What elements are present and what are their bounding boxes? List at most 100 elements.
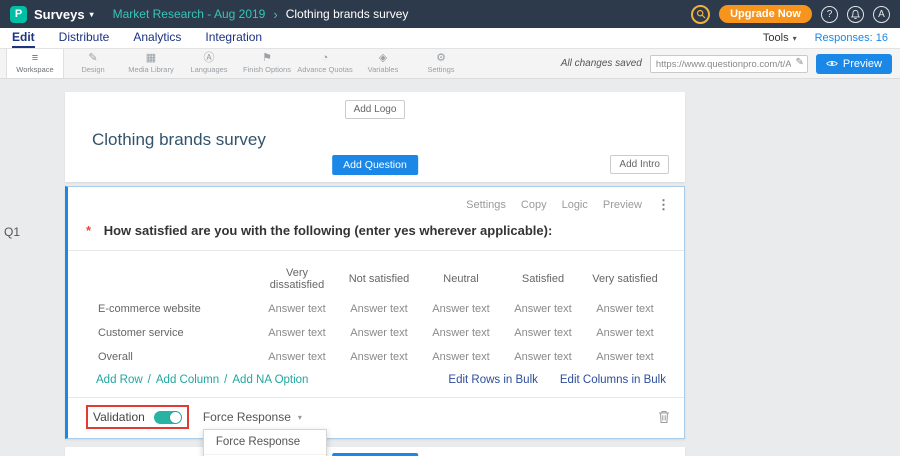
caret-down-icon: ▾ xyxy=(298,413,302,422)
column-header[interactable]: Very satisfied xyxy=(584,261,666,297)
survey-url-wrap: ✎ xyxy=(650,54,808,74)
app-window: P Surveys ▾ Market Research - Aug 2019 ›… xyxy=(0,0,900,456)
add-question-button-top[interactable]: Add Question xyxy=(332,155,418,175)
more-options-icon[interactable]: ⋮ xyxy=(657,197,670,213)
edit-url-pencil-icon[interactable]: ✎ xyxy=(795,57,803,68)
question-text[interactable]: How satisfied are you with the following… xyxy=(104,223,553,238)
answer-cell[interactable]: Answer text xyxy=(420,345,502,369)
answer-cell[interactable]: Answer text xyxy=(256,321,338,345)
required-asterisk: * xyxy=(86,223,91,238)
nav-tabs: Edit Distribute Analytics Integration xyxy=(12,28,262,48)
gear-icon: ⚙ xyxy=(436,53,446,64)
survey-footer-section: Add Question Page Break ✓ Separator xyxy=(65,447,685,456)
advance-quotas-icon: ◔ xyxy=(322,53,329,64)
avatar[interactable]: A xyxy=(873,6,890,23)
column-header[interactable]: Very dissatisfied xyxy=(256,261,338,297)
breadcrumb-folder-link[interactable]: Market Research - Aug 2019 xyxy=(113,7,266,21)
survey-url-input[interactable] xyxy=(650,55,808,73)
questionpro-logo[interactable]: P xyxy=(10,6,27,23)
edit-columns-bulk-link[interactable]: Edit Columns in Bulk xyxy=(560,374,666,386)
answer-cell[interactable]: Answer text xyxy=(338,321,420,345)
row-label[interactable]: E-commerce website xyxy=(96,297,256,321)
add-row-link[interactable]: Add Row xyxy=(96,374,143,386)
question-preview-link[interactable]: Preview xyxy=(603,199,642,211)
matrix-table-wrap: Very dissatisfied Not satisfied Neutral … xyxy=(68,251,684,369)
validation-label: Validation xyxy=(93,410,145,424)
force-response-dropdown-menu: Force Response Request Response xyxy=(203,429,327,456)
question-title-row: * How satisfied are you with the followi… xyxy=(68,213,684,251)
notifications-bell-icon[interactable] xyxy=(847,6,864,23)
answer-cell[interactable]: Answer text xyxy=(420,321,502,345)
top-bar: P Surveys ▾ Market Research - Aug 2019 ›… xyxy=(0,0,900,28)
answer-cell[interactable]: Answer text xyxy=(502,297,584,321)
eye-icon xyxy=(826,59,838,68)
top-bar-actions: Upgrade Now ? A xyxy=(691,5,890,24)
matrix-table: Very dissatisfied Not satisfied Neutral … xyxy=(96,261,666,369)
question-logic-link[interactable]: Logic xyxy=(562,199,588,211)
finish-options-icon: ⚑ xyxy=(262,53,272,64)
answer-cell[interactable]: Answer text xyxy=(420,297,502,321)
toolbar-item-design[interactable]: ✎ Design xyxy=(64,49,122,78)
toolbar-item-finish-options[interactable]: ⚑ Finish Options xyxy=(238,49,296,78)
link-separator: / xyxy=(148,374,151,386)
table-row: Customer service Answer text Answer text… xyxy=(96,321,666,345)
edit-rows-bulk-link[interactable]: Edit Rows in Bulk xyxy=(448,374,537,386)
upgrade-now-button[interactable]: Upgrade Now xyxy=(719,5,812,23)
toolbar-item-languages[interactable]: Ⓐ Languages xyxy=(180,49,238,78)
toolbar-item-advance-quotas[interactable]: ◔ Advance Quotas xyxy=(296,49,354,78)
validation-annotation-highlight: Validation xyxy=(86,405,189,429)
question-copy-link[interactable]: Copy xyxy=(521,199,547,211)
add-column-link[interactable]: Add Column xyxy=(156,374,219,386)
question-number-label: Q1 xyxy=(4,225,20,239)
workspace-icon: ≡ xyxy=(32,53,38,64)
menu-item-force-response[interactable]: Force Response xyxy=(204,430,326,454)
tools-dropdown[interactable]: Tools ▾ xyxy=(763,32,797,44)
add-logo-button[interactable]: Add Logo xyxy=(345,100,406,119)
table-row: Overall Answer text Answer text Answer t… xyxy=(96,345,666,369)
search-icon[interactable] xyxy=(691,5,710,24)
question-actions: Settings Copy Logic Preview ⋮ xyxy=(68,187,684,213)
validation-toggle[interactable] xyxy=(154,411,182,424)
toolbar-item-variables[interactable]: ◈ Variables xyxy=(354,49,412,78)
question-settings-link[interactable]: Settings xyxy=(466,199,506,211)
row-label[interactable]: Overall xyxy=(96,345,256,369)
nav-right: Tools ▾ Responses: 16 xyxy=(763,28,888,48)
responses-link[interactable]: Responses: 16 xyxy=(815,32,888,44)
survey-title[interactable]: Clothing brands survey xyxy=(92,130,685,150)
answer-cell[interactable]: Answer text xyxy=(338,297,420,321)
row-label[interactable]: Customer service xyxy=(96,321,256,345)
corner-cell xyxy=(96,261,256,297)
help-button[interactable]: ? xyxy=(821,6,838,23)
answer-cell[interactable]: Answer text xyxy=(256,345,338,369)
column-header[interactable]: Not satisfied xyxy=(338,261,420,297)
product-switcher[interactable]: Surveys ▾ xyxy=(34,7,94,22)
add-intro-button[interactable]: Add Intro xyxy=(610,155,669,174)
preview-button[interactable]: Preview xyxy=(816,54,892,74)
variables-icon: ◈ xyxy=(379,53,387,64)
answer-cell[interactable]: Answer text xyxy=(584,297,666,321)
column-header[interactable]: Satisfied xyxy=(502,261,584,297)
tab-edit[interactable]: Edit xyxy=(12,28,35,48)
editor-canvas: Q1 Add Logo Clothing brands survey Add Q… xyxy=(0,79,900,456)
toolbar-item-workspace[interactable]: ≡ Workspace xyxy=(6,49,64,78)
tab-integration[interactable]: Integration xyxy=(205,28,262,48)
tab-analytics[interactable]: Analytics xyxy=(133,28,181,48)
force-response-select[interactable]: Force Response ▾ Force Response Request … xyxy=(203,410,302,424)
answer-cell[interactable]: Answer text xyxy=(502,321,584,345)
answer-cell[interactable]: Answer text xyxy=(584,321,666,345)
column-header[interactable]: Neutral xyxy=(420,261,502,297)
answer-cell[interactable]: Answer text xyxy=(256,297,338,321)
add-na-option-link[interactable]: Add NA Option xyxy=(232,374,308,386)
design-icon: ✎ xyxy=(88,53,97,64)
breadcrumb: Market Research - Aug 2019 › Clothing br… xyxy=(113,7,409,22)
answer-cell[interactable]: Answer text xyxy=(502,345,584,369)
languages-icon: Ⓐ xyxy=(204,53,215,64)
tab-distribute[interactable]: Distribute xyxy=(59,28,110,48)
toolbar-item-media-library[interactable]: ▦ Media Library xyxy=(122,49,180,78)
answer-cell[interactable]: Answer text xyxy=(338,345,420,369)
delete-question-trash-icon[interactable] xyxy=(658,410,670,424)
toolbar-item-settings[interactable]: ⚙ Settings xyxy=(412,49,470,78)
chevron-right-icon: › xyxy=(273,7,277,22)
table-edit-links: Add Row / Add Column / Add NA Option Edi… xyxy=(68,369,684,397)
answer-cell[interactable]: Answer text xyxy=(584,345,666,369)
